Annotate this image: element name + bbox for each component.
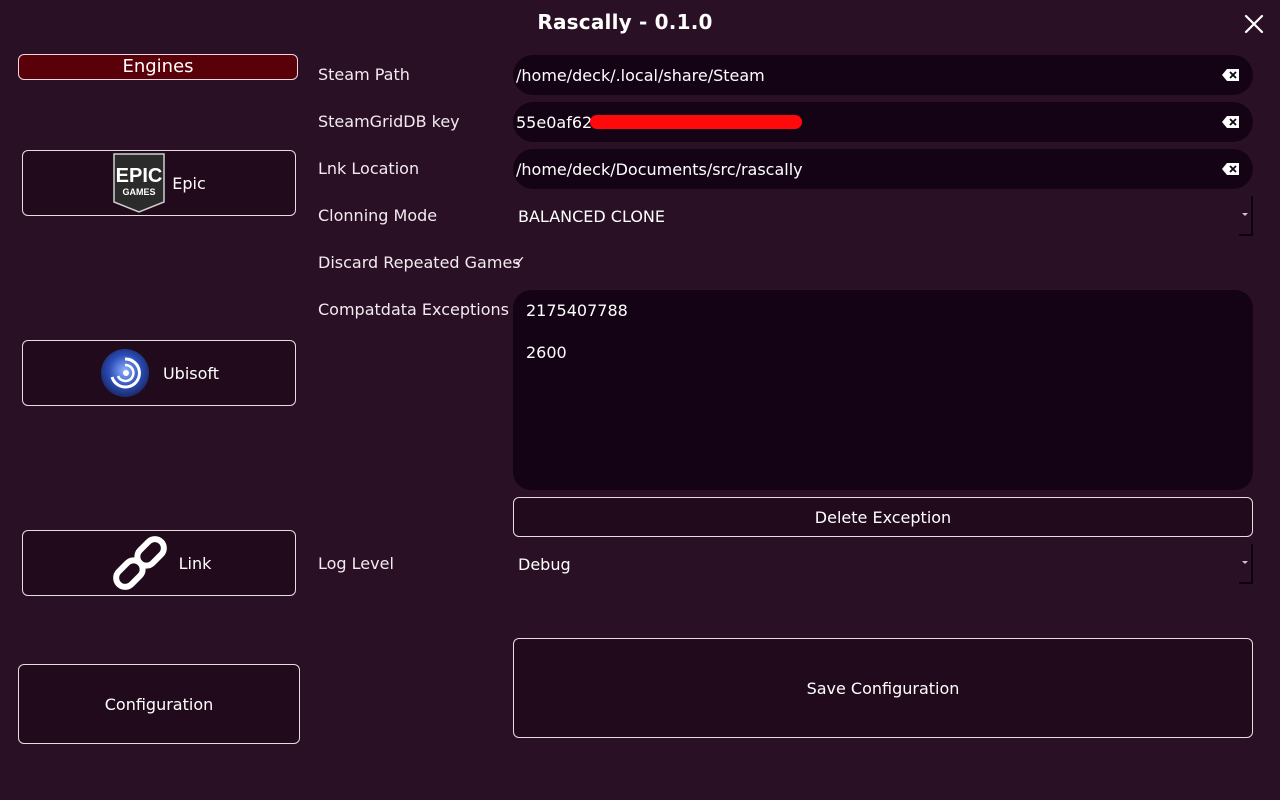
configuration-button[interactable]: Configuration [18, 664, 300, 744]
cloning-mode-value: BALANCED CLONE [518, 206, 665, 226]
steamgriddb-key-field[interactable]: 55e0af62 [513, 102, 1253, 142]
engines-header[interactable]: Engines [18, 54, 298, 80]
steam-path-value[interactable]: /home/deck/.local/share/Steam [516, 66, 1219, 85]
discard-repeated-checkbox[interactable]: ✓ [514, 254, 526, 270]
lnk-location-value[interactable]: /home/deck/Documents/src/rascally [516, 160, 1219, 179]
backspace-clear-icon[interactable] [1219, 63, 1243, 87]
steam-path-field[interactable]: /home/deck/.local/share/Steam [513, 55, 1253, 95]
compatdata-exceptions-list[interactable]: 2175407788 2600 [513, 290, 1253, 490]
delete-exception-button[interactable]: Delete Exception [513, 497, 1253, 537]
svg-text:EPIC: EPIC [116, 165, 163, 187]
steamgriddb-key-label: SteamGridDB key [318, 112, 460, 131]
steamgriddb-key-value: 55e0af62 [516, 112, 593, 132]
lnk-location-label: Lnk Location [318, 159, 420, 178]
sidebar-item-label: Ubisoft [162, 363, 220, 383]
dropdown-arrow-icon[interactable] [1239, 544, 1253, 584]
list-item[interactable]: 2600 [526, 342, 1240, 384]
sidebar-item-link[interactable]: Link [22, 530, 296, 596]
cloning-mode-label: Clonning Mode [318, 206, 438, 225]
window-title: Rascally - 0.1.0 [537, 10, 713, 34]
svg-text:GAMES: GAMES [123, 187, 156, 197]
log-level-label: Log Level [318, 554, 394, 573]
steamgriddb-key-value-wrapper[interactable]: 55e0af62 [516, 113, 1219, 132]
backspace-clear-icon[interactable] [1219, 110, 1243, 134]
epic-games-logo-icon: EPIC GAMES [113, 153, 165, 213]
app-window: Rascally - 0.1.0 Engines EPIC GAMES Epic [0, 0, 1280, 800]
sidebar-item-label: Epic [172, 173, 206, 193]
sidebar-item-epic[interactable]: EPIC GAMES Epic [22, 150, 296, 216]
log-level-value: Debug [518, 554, 571, 574]
lnk-location-field[interactable]: /home/deck/Documents/src/rascally [513, 149, 1253, 189]
ubisoft-logo-icon [100, 349, 149, 397]
redaction-mark [590, 114, 803, 129]
sidebar-item-ubisoft[interactable]: Ubisoft [22, 340, 296, 406]
sidebar-item-label: Link [178, 553, 212, 573]
close-button[interactable] [1242, 12, 1266, 36]
cloning-mode-select[interactable]: BALANCED CLONE [513, 196, 1253, 236]
compatdata-exceptions-label: Compatdata Exceptions [318, 300, 509, 319]
dropdown-arrow-icon[interactable] [1239, 196, 1253, 236]
log-level-select[interactable]: Debug [513, 544, 1253, 584]
close-icon[interactable] [1242, 12, 1266, 36]
discard-repeated-label: Discard Repeated Games [318, 253, 521, 272]
list-item[interactable]: 2175407788 [526, 300, 1240, 342]
save-configuration-button[interactable]: Save Configuration [513, 638, 1253, 738]
chain-link-icon [112, 536, 167, 590]
steam-path-label: Steam Path [318, 65, 410, 84]
backspace-clear-icon[interactable] [1219, 157, 1243, 181]
